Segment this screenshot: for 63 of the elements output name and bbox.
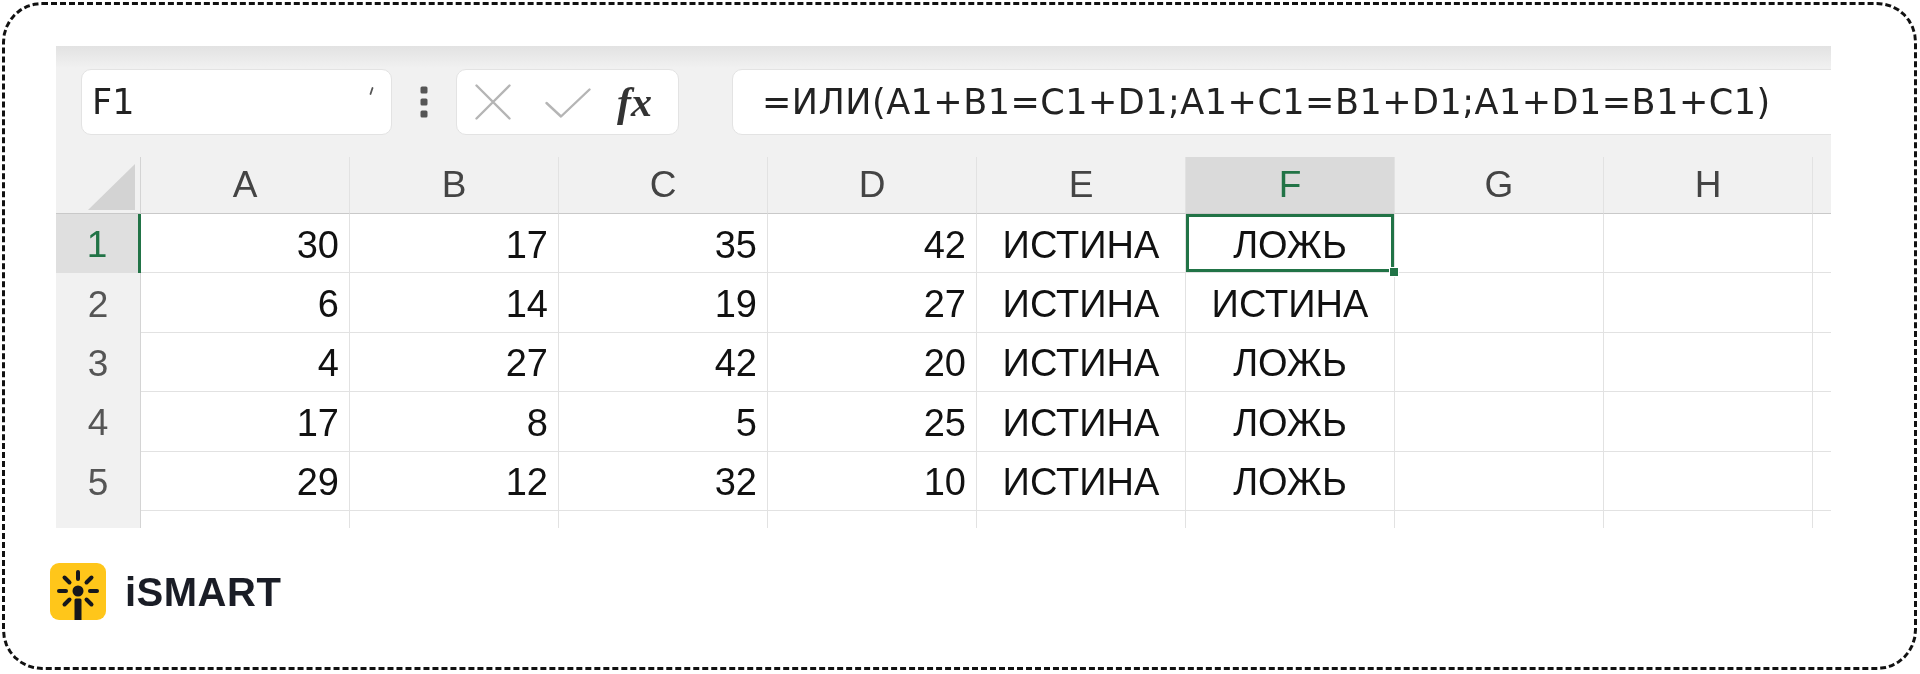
column-header[interactable]: B — [350, 157, 559, 214]
select-all-button[interactable] — [56, 157, 141, 214]
table-cell[interactable]: 29 — [141, 451, 350, 511]
table-cell[interactable]: 6 — [141, 273, 350, 333]
empty-cell[interactable] — [1604, 451, 1813, 511]
table-cell[interactable]: 5 — [559, 392, 768, 452]
empty-cell[interactable] — [1395, 392, 1604, 452]
table-cell[interactable]: ЛОЖЬ — [1186, 451, 1395, 511]
table-cell[interactable]: 25 — [768, 392, 977, 452]
table-cell[interactable]: 35 — [559, 214, 768, 274]
empty-cell[interactable] — [1395, 273, 1604, 333]
empty-cell[interactable] — [1604, 273, 1813, 333]
column-header[interactable]: A — [141, 157, 350, 214]
column-header[interactable]: C — [559, 157, 768, 214]
vertical-dots-icon[interactable] — [420, 86, 428, 118]
empty-cell[interactable] — [1395, 451, 1604, 511]
table-cell[interactable]: ИСТИНА — [977, 451, 1186, 511]
table-cell[interactable]: ИСТИНА — [977, 273, 1186, 333]
triangle-icon — [88, 164, 135, 210]
empty-cell[interactable] — [1604, 332, 1813, 393]
empty-cell[interactable] — [1604, 214, 1813, 274]
column-header[interactable] — [1813, 157, 1831, 214]
table-cell[interactable]: 27 — [350, 332, 559, 393]
row-header[interactable]: 4 — [56, 392, 141, 452]
table-cell[interactable]: 4 — [141, 332, 350, 393]
column-header[interactable]: F — [1186, 157, 1395, 214]
table-cell[interactable]: 19 — [559, 273, 768, 333]
empty-cell[interactable] — [1604, 392, 1813, 452]
table-cell[interactable]: ИСТИНА — [1186, 273, 1395, 333]
column-header[interactable]: D — [768, 157, 977, 214]
fill-handle[interactable] — [1389, 267, 1399, 278]
column-header[interactable]: E — [977, 157, 1186, 214]
table-cell[interactable]: ЛОЖЬ — [1186, 214, 1395, 274]
row-header[interactable]: 1 — [56, 214, 141, 274]
table-cell[interactable]: 42 — [559, 332, 768, 393]
table-cell[interactable]: 32 — [559, 451, 768, 511]
empty-cell[interactable] — [1395, 332, 1604, 393]
slash-icon[interactable] — [369, 87, 374, 95]
formula-field[interactable]: =ИЛИ(A1+B1=C1+D1;A1+C1=B1+D1;A1+D1=B1+C1) — [732, 69, 1831, 135]
brand-name: iSMART — [125, 571, 282, 612]
insert-function-button[interactable]: fx — [617, 81, 652, 123]
name-box[interactable]: F1 — [81, 69, 392, 135]
table-cell[interactable]: 10 — [768, 451, 977, 511]
table-cell[interactable]: ЛОЖЬ — [1186, 332, 1395, 393]
table-cell[interactable]: 42 — [768, 214, 977, 274]
row-header[interactable]: 3 — [56, 332, 141, 393]
table-cell[interactable]: ИСТИНА — [977, 392, 1186, 452]
logo-icon — [50, 563, 106, 620]
column-header[interactable]: G — [1395, 157, 1604, 214]
table-cell[interactable]: 8 — [350, 392, 559, 452]
table-cell[interactable]: 27 — [768, 273, 977, 333]
table-cell[interactable]: 30 — [141, 214, 350, 274]
table-cell[interactable]: 20 — [768, 332, 977, 393]
table-cell[interactable]: 12 — [350, 451, 559, 511]
row-header[interactable]: 5 — [56, 451, 141, 511]
table-cell[interactable]: 14 — [350, 273, 559, 333]
table-cell[interactable]: ЛОЖЬ — [1186, 392, 1395, 452]
table-cell[interactable]: 17 — [141, 392, 350, 452]
table-cell[interactable]: ИСТИНА — [977, 214, 1186, 274]
column-header[interactable]: H — [1604, 157, 1813, 214]
table-cell[interactable]: 17 — [350, 214, 559, 274]
row-header[interactable]: 2 — [56, 273, 141, 333]
table-cell[interactable]: ИСТИНА — [977, 332, 1186, 393]
